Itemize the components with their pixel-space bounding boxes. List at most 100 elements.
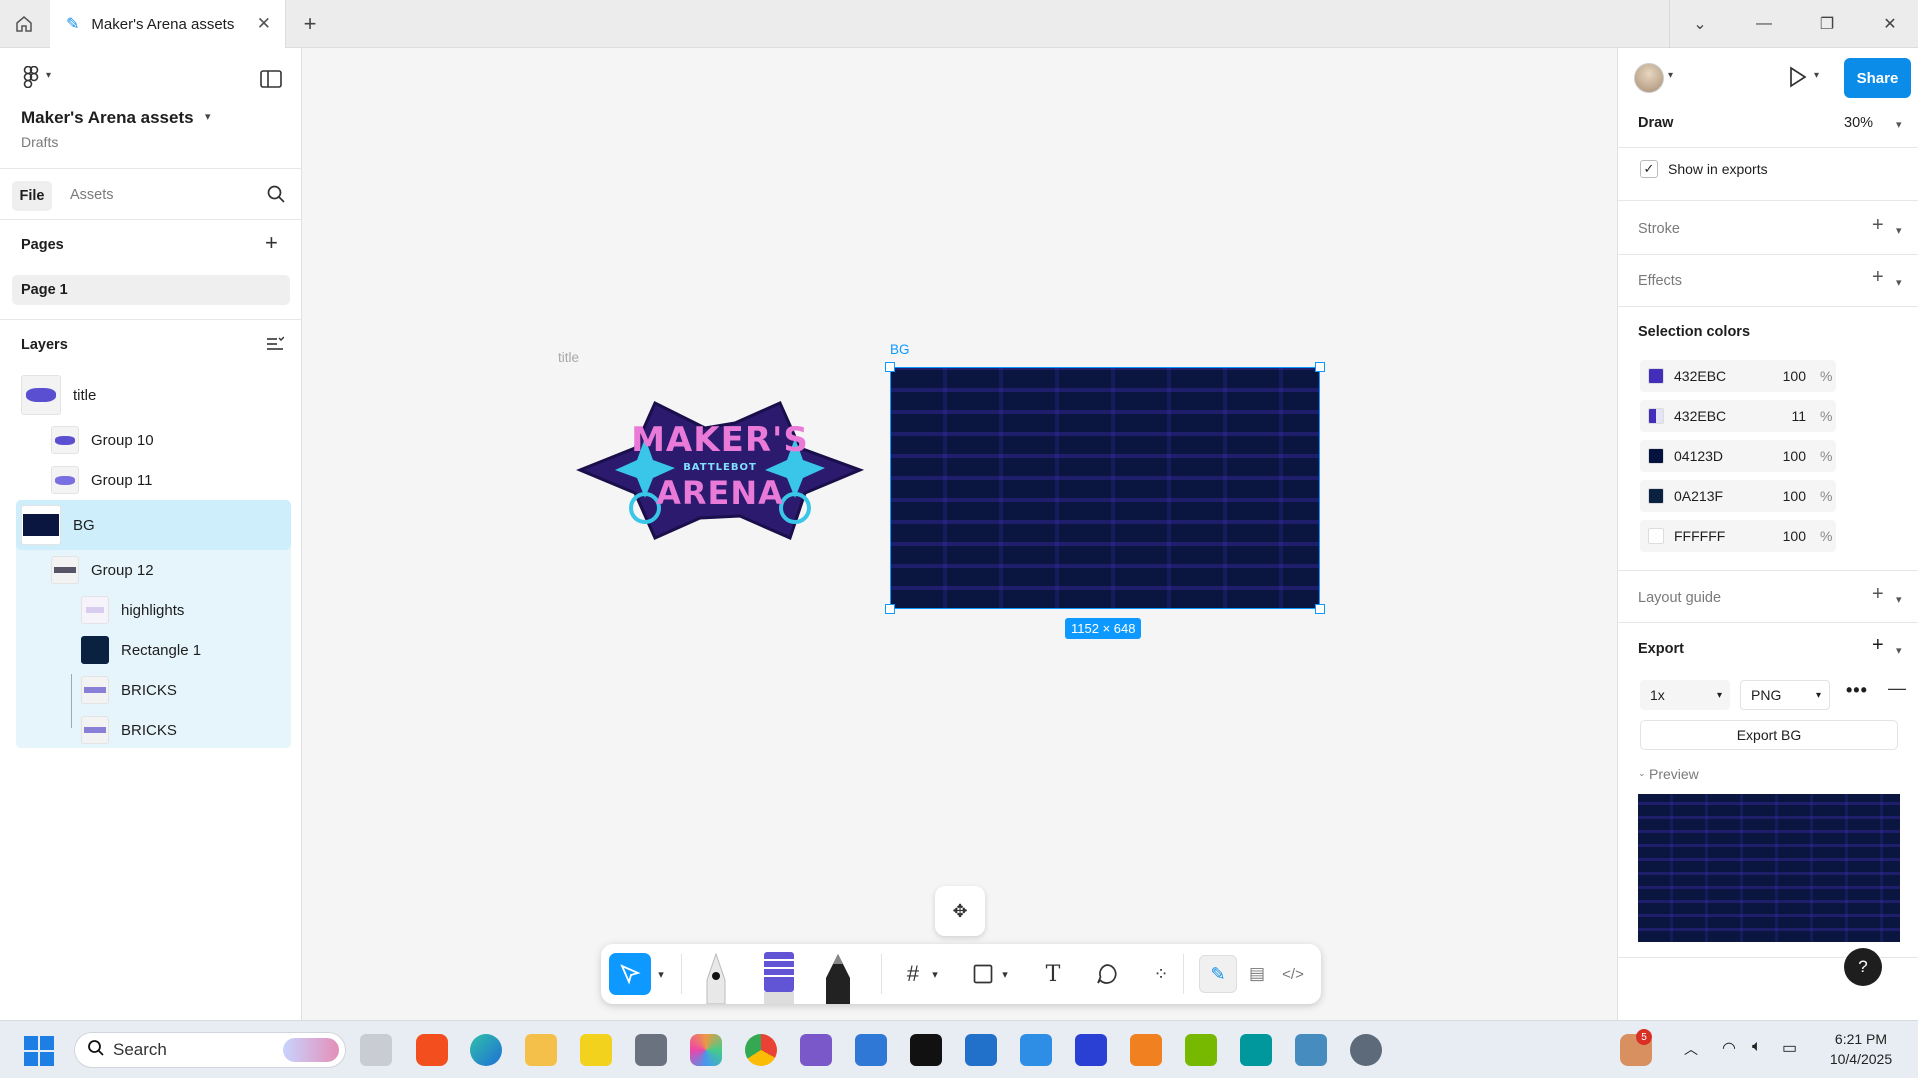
- design-mode-icon[interactable]: ▤: [1241, 958, 1273, 990]
- add-export-button[interactable]: +: [1872, 634, 1884, 657]
- chevron-down-icon[interactable]: ▾: [1668, 70, 1673, 81]
- color-row[interactable]: FFFFFF 100 %: [1640, 520, 1836, 552]
- store-app-icon[interactable]: [965, 1034, 997, 1066]
- color-row[interactable]: 432EBC 100 %: [1640, 360, 1836, 392]
- frame-label-bg[interactable]: BG: [890, 342, 910, 357]
- resize-handle[interactable]: [885, 362, 895, 372]
- comment-tool-icon[interactable]: [1091, 958, 1123, 990]
- present-icon[interactable]: [1788, 66, 1808, 93]
- preview-label[interactable]: Preview: [1649, 766, 1699, 782]
- layer-row[interactable]: highlights: [81, 590, 184, 630]
- layer-row[interactable]: Rectangle 1: [81, 630, 201, 670]
- chevron-down-icon[interactable]: ▾: [1896, 276, 1902, 289]
- volume-icon[interactable]: 🔈︎: [1752, 1038, 1762, 1056]
- photos-app-icon[interactable]: [690, 1034, 722, 1066]
- godot-app-icon[interactable]: [1295, 1034, 1327, 1066]
- canvas[interactable]: title MAKER'S BATTLEBOT ARENA BG 1152 × …: [303, 48, 1617, 1020]
- layer-row-selected[interactable]: BG: [21, 505, 95, 545]
- chevron-down-icon[interactable]: ▾: [927, 958, 943, 990]
- chevron-down-icon[interactable]: ⌄: [1638, 768, 1646, 779]
- close-window-icon[interactable]: ✕: [1878, 12, 1902, 36]
- color-row[interactable]: 04123D 100 %: [1640, 440, 1836, 472]
- resize-handle[interactable]: [885, 604, 895, 614]
- color-row[interactable]: 432EBC 11 %: [1640, 400, 1836, 432]
- file-name[interactable]: Maker's Arena assets: [21, 108, 194, 128]
- chevron-down-icon[interactable]: ▾: [1896, 224, 1902, 237]
- color-row[interactable]: 0A213F 100 %: [1640, 480, 1836, 512]
- chrome-app-icon[interactable]: [745, 1034, 777, 1066]
- pencil-tool-icon[interactable]: [823, 952, 853, 1004]
- page-item[interactable]: Page 1: [12, 275, 290, 305]
- task-view-icon[interactable]: [360, 1034, 392, 1066]
- layer-row[interactable]: Group 12: [51, 550, 154, 590]
- tab-assets[interactable]: Assets: [70, 187, 114, 203]
- share-button[interactable]: Share: [1844, 58, 1911, 98]
- chevron-down-icon[interactable]: ▾: [997, 958, 1013, 990]
- fusion-app-icon[interactable]: [1130, 1034, 1162, 1066]
- export-button[interactable]: Export BG: [1640, 720, 1898, 750]
- color-swatch[interactable]: [1648, 368, 1664, 384]
- clock-date[interactable]: 10/4/2025: [1826, 1051, 1896, 1067]
- export-scale-select[interactable]: 1x ▾: [1640, 680, 1730, 710]
- resize-handle[interactable]: [1315, 604, 1325, 614]
- layers-list-icon[interactable]: [266, 336, 285, 357]
- zoom-value[interactable]: 30%: [1844, 115, 1873, 131]
- color-opacity[interactable]: 100: [1766, 528, 1806, 544]
- color-opacity[interactable]: 100: [1766, 448, 1806, 464]
- taskbar-search[interactable]: Search: [74, 1032, 346, 1068]
- draw-mode-icon[interactable]: ✎: [1199, 955, 1237, 993]
- home-icon[interactable]: [12, 12, 36, 36]
- color-opacity[interactable]: 11: [1766, 408, 1806, 424]
- chevron-down-icon[interactable]: ▾: [1896, 644, 1902, 657]
- layer-row[interactable]: Group 11: [51, 460, 152, 500]
- start-icon[interactable]: [24, 1036, 54, 1066]
- layer-row[interactable]: BRICKS: [81, 670, 177, 710]
- settings-app-icon[interactable]: [1350, 1034, 1382, 1066]
- add-stroke-button[interactable]: +: [1872, 214, 1884, 237]
- actions-icon[interactable]: ✥: [935, 886, 985, 936]
- chevron-down-icon[interactable]: ▾: [653, 958, 669, 990]
- sticky-notes-icon[interactable]: [580, 1034, 612, 1066]
- layer-row[interactable]: Group 10: [51, 420, 154, 460]
- frame-tool-icon[interactable]: #: [897, 958, 929, 990]
- intellij-app-icon[interactable]: [910, 1034, 942, 1066]
- tab-file[interactable]: File: [12, 181, 52, 211]
- remove-export-icon[interactable]: —: [1888, 678, 1906, 699]
- color-hex[interactable]: 04123D: [1674, 448, 1766, 464]
- nvidia-app-icon[interactable]: [1185, 1034, 1217, 1066]
- chevron-down-icon[interactable]: ▾: [205, 110, 211, 123]
- add-page-button[interactable]: +: [265, 230, 278, 256]
- chevron-down-icon[interactable]: ⌄: [1688, 12, 1712, 36]
- avatar[interactable]: [1634, 63, 1664, 93]
- file-explorer-icon[interactable]: [525, 1034, 557, 1066]
- chevron-down-icon[interactable]: ▾: [1896, 593, 1902, 606]
- color-swatch[interactable]: [1648, 528, 1664, 544]
- bg-frame[interactable]: [890, 367, 1320, 609]
- search-icon[interactable]: [266, 184, 286, 209]
- notepad-icon[interactable]: [855, 1034, 887, 1066]
- calculator-icon[interactable]: [635, 1034, 667, 1066]
- clock-time[interactable]: 6:21 PM: [1826, 1031, 1896, 1047]
- color-opacity[interactable]: 100: [1766, 368, 1806, 384]
- brush-tool-icon[interactable]: [761, 950, 797, 1004]
- rectangle-tool-icon[interactable]: [967, 958, 999, 990]
- color-swatch[interactable]: [1648, 488, 1664, 504]
- color-hex[interactable]: 432EBC: [1674, 368, 1766, 384]
- move-tool-icon[interactable]: [609, 953, 651, 995]
- chevron-down-icon[interactable]: ▾: [1896, 118, 1902, 131]
- vscode-app-icon[interactable]: [1020, 1034, 1052, 1066]
- new-tab-button[interactable]: +: [298, 11, 322, 36]
- maker-arena-logo[interactable]: MAKER'S BATTLEBOT ARENA: [575, 398, 865, 548]
- edge-app-icon[interactable]: [470, 1034, 502, 1066]
- layer-row[interactable]: BRICKS: [81, 710, 177, 750]
- chevron-up-icon[interactable]: ︿: [1684, 1039, 1698, 1059]
- battery-icon[interactable]: ▭: [1782, 1038, 1797, 1058]
- frame-label-title[interactable]: title: [558, 350, 579, 365]
- add-layout-guide-button[interactable]: +: [1872, 583, 1884, 606]
- arduino-app-icon[interactable]: [1240, 1034, 1272, 1066]
- layer-row[interactable]: title: [21, 375, 96, 415]
- export-format-select[interactable]: PNG ▾: [1740, 680, 1830, 710]
- close-tab-icon[interactable]: ✕: [257, 14, 271, 34]
- color-hex[interactable]: 432EBC: [1674, 408, 1766, 424]
- pen-tool-icon[interactable]: [703, 952, 729, 1005]
